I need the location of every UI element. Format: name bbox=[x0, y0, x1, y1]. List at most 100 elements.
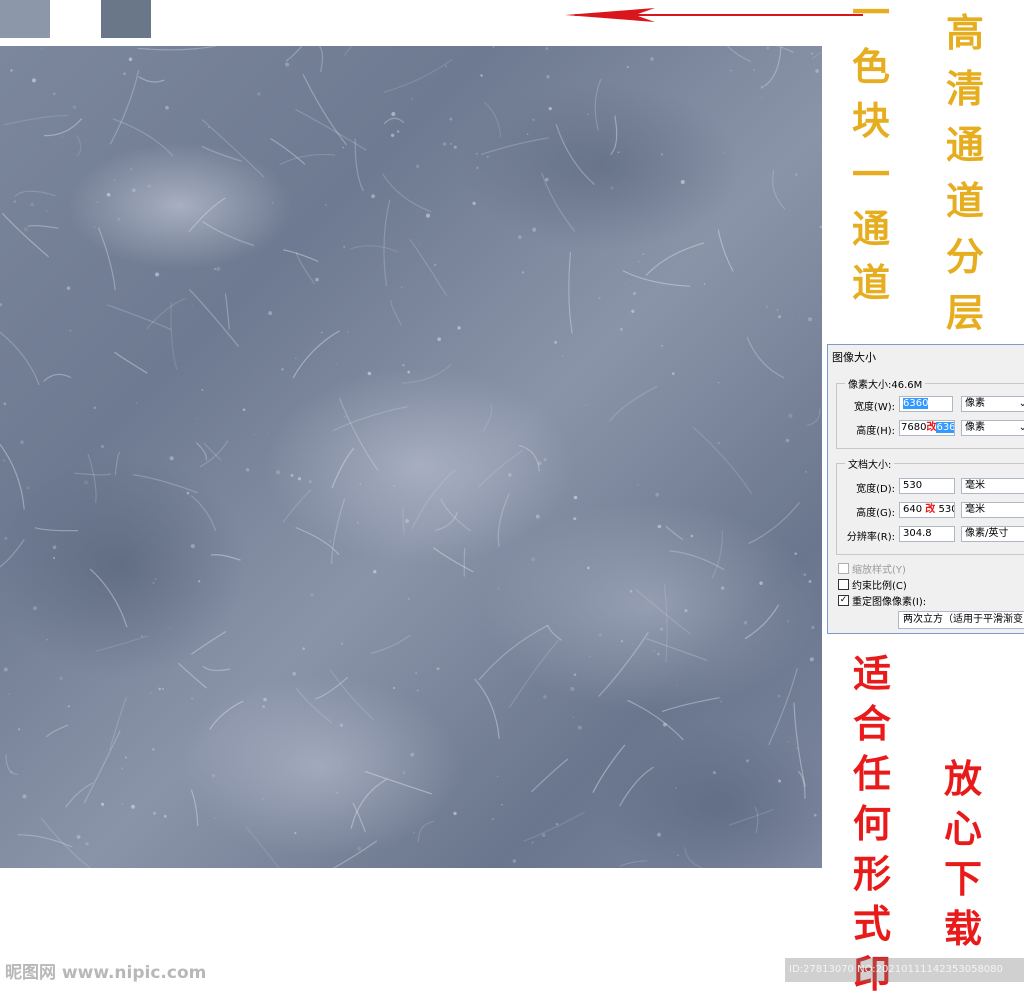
texture-scratch bbox=[383, 59, 453, 93]
texture-speck bbox=[72, 105, 77, 110]
texture-scratch bbox=[314, 676, 349, 700]
vertical-char: 一 bbox=[852, 0, 891, 35]
texture-speck bbox=[720, 700, 723, 703]
pixel-width-unit-select[interactable]: 像素⌄ bbox=[961, 396, 1024, 412]
texture-speck bbox=[22, 794, 27, 799]
doc-width-unit-select[interactable]: 毫米 bbox=[961, 478, 1024, 494]
resample-checkbox[interactable]: ✓ 重定图像像素(I): bbox=[838, 593, 926, 608]
texture-speck bbox=[393, 485, 395, 487]
site-watermark: 昵图网 www.nipic.com bbox=[5, 963, 207, 983]
texture-speck bbox=[257, 92, 261, 96]
vertical-char: 任 bbox=[853, 751, 892, 796]
texture-scratch bbox=[663, 584, 668, 663]
texture-scratch bbox=[285, 46, 303, 62]
red-arrow-left bbox=[565, 8, 863, 22]
doc-width-input[interactable]: 530 bbox=[899, 478, 955, 494]
texture-speck bbox=[537, 461, 542, 466]
texture-scratch bbox=[417, 820, 435, 843]
texture-speck bbox=[761, 97, 763, 99]
texture-speck bbox=[85, 842, 89, 846]
texture-scratch bbox=[646, 638, 708, 661]
texture-speck bbox=[815, 69, 819, 73]
pixel-group-title: 像素大小:46.6M bbox=[845, 376, 926, 391]
texture-scratch bbox=[463, 548, 466, 577]
texture-scratch bbox=[188, 288, 239, 347]
texture-speck bbox=[617, 151, 620, 154]
resolution-unit-select[interactable]: 像素/英寸 bbox=[961, 526, 1024, 542]
constrain-label: 约束比例(C) bbox=[852, 581, 907, 592]
texture-speck bbox=[677, 854, 679, 856]
pixel-width-input[interactable]: 6360 bbox=[899, 396, 953, 412]
texture-speck bbox=[675, 787, 677, 789]
texture-speck bbox=[545, 177, 549, 182]
texture-scratch bbox=[645, 242, 705, 276]
texture-speck bbox=[492, 46, 495, 48]
texture-speck bbox=[633, 292, 636, 295]
texture-speck bbox=[216, 266, 221, 271]
texture-speck bbox=[760, 85, 764, 89]
texture-scratch bbox=[202, 665, 231, 672]
texture-scratch bbox=[684, 847, 704, 868]
texture-speck bbox=[753, 68, 755, 71]
texture-speck bbox=[631, 309, 635, 313]
texture-speck bbox=[653, 650, 655, 652]
scale-styles-checkbox[interactable]: 缩放样式(Y) bbox=[838, 561, 906, 576]
texture-speck bbox=[343, 245, 346, 248]
texture-speck bbox=[663, 722, 667, 727]
texture-speck bbox=[169, 456, 174, 461]
texture-speck bbox=[712, 771, 717, 775]
texture-speck bbox=[598, 633, 602, 637]
resolution-input[interactable]: 304.8 bbox=[899, 526, 955, 542]
texture-speck bbox=[162, 688, 164, 690]
texture-speck bbox=[123, 72, 126, 75]
resolution-label: 分辨率(R): bbox=[846, 532, 895, 543]
texture-speck bbox=[659, 627, 664, 631]
texture-speck bbox=[706, 708, 708, 710]
texture-speck bbox=[554, 340, 557, 344]
texture-speck bbox=[308, 480, 312, 484]
chevron-down-icon: ⌄ bbox=[1019, 397, 1024, 411]
texture-speck bbox=[117, 217, 120, 221]
texture-speck bbox=[272, 202, 274, 204]
texture-scratch bbox=[209, 700, 244, 730]
texture-speck bbox=[680, 180, 685, 184]
texture-speck bbox=[141, 635, 143, 638]
pixel-height-input[interactable]: 7680改6360 bbox=[899, 420, 955, 436]
resample-method-select[interactable]: 两次立方（适用于平滑渐变 bbox=[898, 611, 1024, 629]
texture-speck bbox=[131, 804, 135, 809]
texture-scratch bbox=[188, 197, 226, 233]
texture-speck bbox=[146, 47, 148, 49]
texture-speck bbox=[310, 593, 314, 597]
texture-speck bbox=[76, 835, 81, 839]
texture-speck bbox=[357, 522, 359, 524]
texture-speck bbox=[637, 484, 639, 486]
texture-scratch bbox=[74, 472, 112, 476]
texture-speck bbox=[268, 311, 273, 316]
texture-speck bbox=[573, 673, 577, 676]
texture-speck bbox=[121, 803, 123, 805]
texture-speck bbox=[631, 643, 634, 646]
texture-speck bbox=[245, 468, 250, 472]
doc-height-input[interactable]: 640 改 530 bbox=[899, 502, 955, 518]
texture-speck bbox=[262, 798, 264, 800]
texture-speck bbox=[320, 331, 323, 334]
texture-speck bbox=[101, 445, 104, 448]
pixel-height-unit-select[interactable]: 像素⌄ bbox=[961, 420, 1024, 436]
texture-speck bbox=[3, 459, 5, 462]
texture-speck bbox=[26, 486, 30, 490]
texture-speck bbox=[101, 802, 105, 806]
check-icon: ✓ bbox=[838, 595, 849, 606]
texture-scratches bbox=[0, 46, 822, 868]
pixel-height-label: 高度(H): bbox=[856, 426, 895, 437]
texture-speck bbox=[480, 74, 483, 77]
vertical-char: 一 bbox=[852, 152, 891, 197]
vertical-char: 心 bbox=[944, 806, 983, 851]
texture-speck bbox=[476, 166, 479, 170]
texture-scratch bbox=[202, 221, 255, 247]
texture-scratch bbox=[177, 662, 207, 689]
texture-speck bbox=[518, 235, 522, 239]
constrain-proportions-checkbox[interactable]: 约束比例(C) bbox=[838, 577, 907, 592]
vertical-text-suitable-any-print: 适合任何形式印 bbox=[853, 655, 891, 1005]
texture-speck bbox=[32, 78, 36, 83]
doc-height-unit-select[interactable]: 毫米 bbox=[961, 502, 1024, 518]
